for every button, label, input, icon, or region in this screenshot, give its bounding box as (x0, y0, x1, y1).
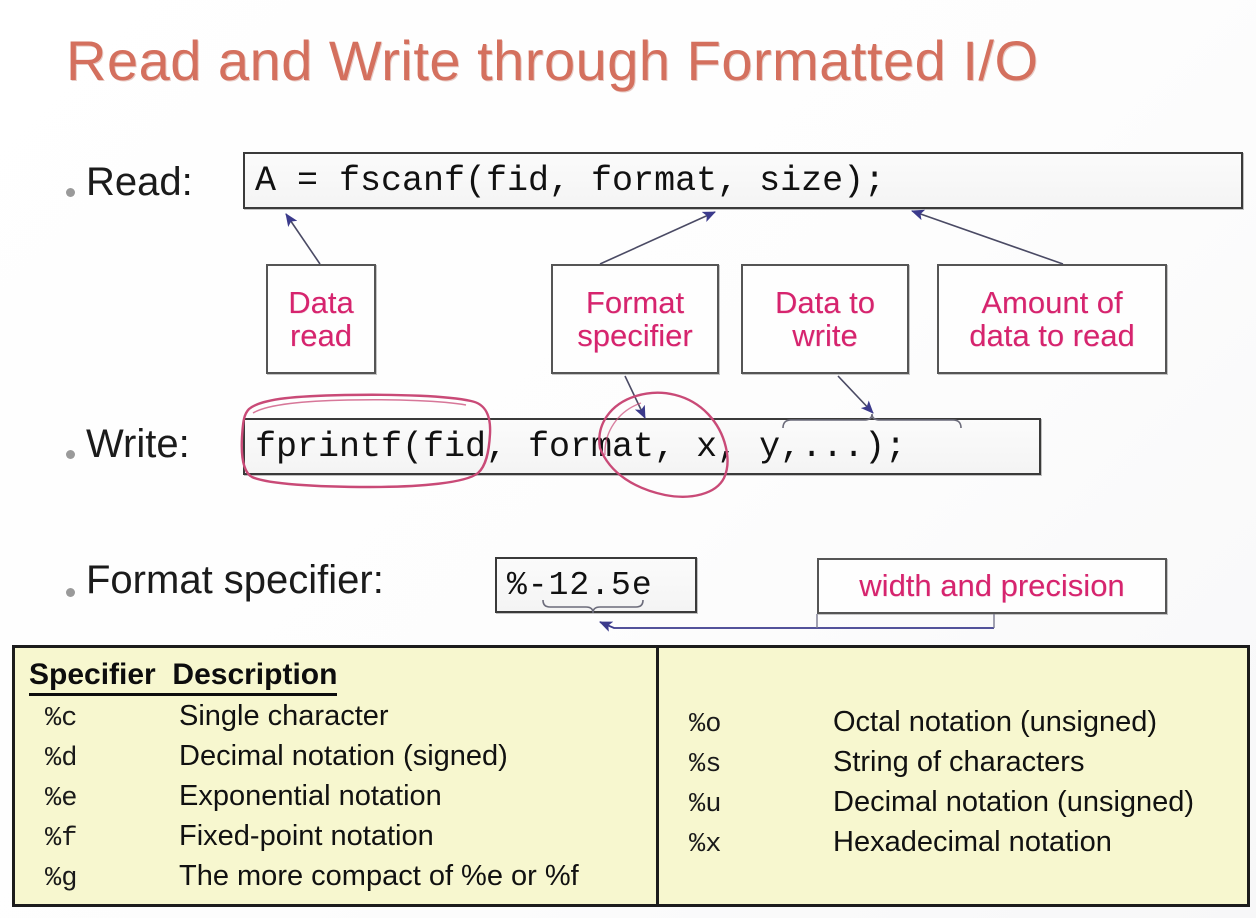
callout-amount-line-2: data to read (969, 318, 1135, 353)
table-cell-specifier: %x (689, 830, 722, 860)
table-row: %e Exponential notation (29, 780, 656, 820)
table-row: %f Fixed-point notation (29, 820, 656, 860)
table-header-specifier: Specifier (29, 658, 156, 691)
read-code-text: A = fscanf(fid, format, size); (255, 160, 886, 201)
table-header-gap (156, 658, 173, 691)
table-cell-specifier: %d (45, 744, 78, 774)
table-left-column: Specifier Description %c Single characte… (15, 648, 659, 904)
table-cell-description: Single character (179, 700, 389, 732)
arrow-data-read (285, 213, 321, 265)
callout-data-read-line-2: read (289, 318, 353, 353)
callout-data-read: Data read (266, 264, 376, 374)
arrow-amount-of-data-to-read (911, 209, 1064, 265)
table-cell-description: Hexadecimal notation (833, 826, 1112, 858)
table-header-description: Description (172, 658, 338, 691)
table-cell-specifier: %u (689, 790, 722, 820)
table-row: %d Decimal notation (signed) (29, 740, 656, 780)
table-cell-specifier: %s (689, 750, 722, 780)
table-cell-description: The more compact of %e or %f (179, 860, 579, 892)
bullet-dot-write (66, 450, 75, 459)
callout-amount-of-data-to-read: Amount of data to read (937, 264, 1167, 374)
callout-format-specifier: Format specifier (551, 264, 719, 374)
callout-data-to-write-line-1: Data to (775, 284, 875, 320)
arrow-width-and-precision (599, 621, 994, 632)
table-cell-specifier: %e (45, 784, 78, 814)
page-title: Read and Write through Formatted I/O (66, 29, 1039, 92)
format-specifier-code-text: %-12.5e (507, 566, 653, 604)
table-cell-description: Exponential notation (179, 780, 442, 812)
table-cell-specifier: %o (689, 710, 722, 740)
format-specifier-code-box: %-12.5e (495, 557, 697, 613)
table-row: %u Decimal notation (unsigned) (673, 786, 1247, 826)
callout-format-specifier-line-2: specifier (577, 318, 693, 353)
table-cell-description: Decimal notation (signed) (179, 740, 508, 772)
specifier-description-table: Specifier Description %c Single characte… (12, 645, 1250, 907)
table-row: %c Single character (29, 700, 656, 740)
table-right-column: %o Octal notation (unsigned) %s String o… (659, 648, 1247, 904)
table-cell-description: String of characters (833, 746, 1085, 778)
table-row: %s String of characters (673, 746, 1247, 786)
table-row: %o Octal notation (unsigned) (673, 706, 1247, 746)
table-header-left: Specifier Description (29, 658, 338, 696)
callout-amount-line-1: Amount of (981, 284, 1123, 320)
bullet-dot-read (66, 188, 75, 197)
callout-data-read-line-1: Data (288, 284, 354, 320)
table-row: %x Hexadecimal notation (673, 826, 1247, 866)
format-specifier-label: Format specifier: (86, 558, 384, 602)
table-cell-specifier: %g (45, 864, 78, 894)
write-code-box: fprintf(fid, format, x, y,...); (243, 418, 1041, 475)
arrow-format-specifier-to-write (624, 375, 646, 419)
write-label: Write: (86, 422, 190, 466)
read-label: Read: (86, 160, 193, 204)
table-right-column-spacer (673, 658, 1247, 706)
write-code-text: fprintf(fid, format, x, y,...); (255, 426, 907, 467)
callout-width-precision-text: width and precision (859, 568, 1125, 604)
callout-width-and-precision: width and precision (817, 558, 1167, 614)
table-row: %g The more compact of %e or %f (29, 860, 656, 900)
table-cell-description: Octal notation (unsigned) (833, 706, 1158, 738)
connector-width-precision-box (816, 614, 995, 628)
table-cell-description: Fixed-point notation (179, 820, 434, 852)
table-cell-specifier: %f (45, 824, 78, 854)
callout-data-to-write-line-2: write (792, 318, 858, 353)
table-cell-specifier: %c (45, 704, 78, 734)
table-cell-description: Decimal notation (unsigned) (833, 786, 1195, 818)
arrow-format-specifier-to-read (599, 211, 716, 265)
callout-format-specifier-line-1: Format (585, 284, 685, 320)
arrow-data-to-write (837, 375, 874, 414)
read-code-box: A = fscanf(fid, format, size); (243, 152, 1243, 209)
bullet-dot-format-specifier (66, 588, 75, 597)
callout-data-to-write: Data to write (741, 264, 909, 374)
